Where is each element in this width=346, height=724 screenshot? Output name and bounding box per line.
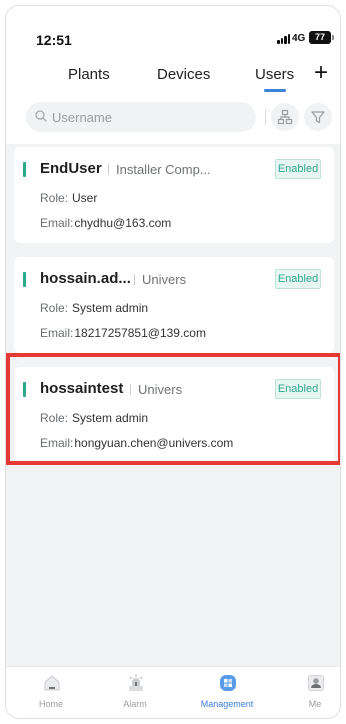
email-row: Email:hongyuan.chen@univers.com (40, 436, 233, 450)
search-input[interactable] (52, 102, 248, 132)
bottom-nav: Home Alarm Management Me (6, 666, 340, 718)
role-label: Role: (40, 301, 69, 315)
email-value: hongyuan.chen@univers.com (74, 436, 234, 450)
role-label: Role: (40, 191, 69, 205)
user-name: EndUser (40, 160, 102, 177)
status-badge: Enabled (275, 159, 321, 179)
profile-icon (308, 675, 324, 691)
nav-label: Me (308, 699, 322, 709)
nav-label: Management (200, 699, 254, 709)
role-row: Role: System admin (40, 411, 148, 425)
phone-screen: 12:51 4G 77 Plants Devices Users + Usern… (5, 5, 341, 719)
network-type: 4G (292, 33, 306, 44)
add-user-button[interactable]: + (314, 61, 328, 85)
user-company: Univers (134, 272, 186, 287)
user-card[interactable]: hossaintest Univers Enabled Role: System … (14, 367, 334, 463)
email-value: 18217257851@139.com (74, 326, 206, 340)
alarm-icon (129, 674, 143, 691)
top-tabs: Plants Devices Users + (6, 61, 340, 98)
filter-button[interactable] (304, 103, 332, 131)
status-bar: 12:51 4G 77 (6, 6, 340, 58)
role-label: Role: (40, 411, 69, 425)
tab-devices[interactable]: Devices (157, 66, 210, 83)
battery-icon: 77 (309, 31, 334, 44)
signal-icon (277, 34, 291, 44)
user-name: hossaintest (40, 380, 124, 397)
search-icon (35, 110, 47, 122)
card-accent-bar (23, 382, 26, 397)
top-section: 12:51 4G 77 Plants Devices Users + (6, 6, 340, 144)
management-icon (220, 675, 236, 691)
tab-plants[interactable]: Plants (68, 66, 110, 83)
role-row: Role: System admin (40, 301, 148, 315)
user-card[interactable]: hossain.ad... Univers Enabled Role: Syste… (14, 257, 334, 353)
hierarchy-icon (277, 109, 293, 125)
nav-label: Alarm (123, 699, 147, 709)
divider (265, 109, 266, 125)
tab-users[interactable]: Users (255, 66, 294, 92)
email-row: Email:18217257851@139.com (40, 326, 206, 340)
status-time: 12:51 (36, 32, 72, 48)
nav-alarm[interactable]: Alarm (100, 671, 170, 717)
email-label: Email: (40, 216, 74, 230)
search-box[interactable] (26, 102, 256, 132)
role-value: System admin (72, 411, 149, 425)
organization-button[interactable] (271, 103, 299, 131)
nav-label: Home (38, 699, 63, 709)
email-value: chydhu@163.com (74, 216, 172, 230)
filter-icon (311, 111, 325, 124)
home-icon (44, 675, 60, 691)
email-label: Email: (40, 326, 74, 340)
email-row: Email:chydhu@163.com (40, 216, 171, 230)
user-company: Installer Comp... (108, 162, 211, 177)
nav-home[interactable]: Home (16, 671, 86, 717)
nav-management[interactable]: Management (192, 671, 262, 717)
user-company: Univers (130, 382, 182, 397)
email-label: Email: (40, 436, 74, 450)
user-card[interactable]: EndUser Installer Comp... Enabled Role: U… (14, 147, 334, 243)
role-value: User (72, 191, 98, 205)
nav-me[interactable]: Me (280, 671, 340, 717)
card-accent-bar (23, 162, 26, 177)
card-accent-bar (23, 272, 26, 287)
role-row: Role: User (40, 191, 97, 205)
search-row (6, 102, 340, 138)
role-value: System admin (72, 301, 149, 315)
user-name: hossain.ad... (40, 270, 131, 287)
status-badge: Enabled (275, 269, 321, 289)
status-badge: Enabled (275, 379, 321, 399)
